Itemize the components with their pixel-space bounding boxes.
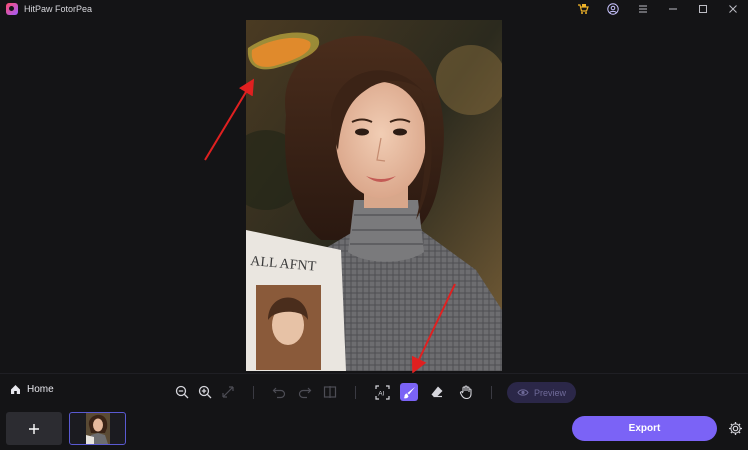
hand-icon[interactable] — [457, 383, 475, 401]
compare-icon[interactable] — [321, 383, 339, 401]
arrow-to-brush-stroke — [204, 78, 255, 161]
account-icon[interactable] — [598, 0, 628, 18]
export-button[interactable]: Export — [572, 416, 717, 441]
eraser-icon[interactable] — [428, 383, 446, 401]
zoom-out-icon[interactable] — [173, 383, 191, 401]
add-image-button[interactable] — [6, 412, 62, 445]
image-thumbnail[interactable] — [69, 412, 126, 445]
title-bar: HitPaw FotorPea — [0, 0, 748, 18]
preview-button[interactable]: Preview — [507, 382, 576, 403]
home-icon — [11, 385, 20, 394]
thumbnail-image — [85, 413, 110, 444]
ai-select-icon[interactable]: AI — [373, 383, 391, 401]
home-button[interactable]: Home — [10, 384, 54, 395]
bottom-toolbar: Home AI Preview — [0, 373, 748, 409]
app-window: HitPaw FotorPea ALL AFNT Home AI Preview… — [0, 0, 748, 450]
menu-icon[interactable] — [628, 0, 658, 18]
photo-canvas[interactable]: ALL AFNT — [246, 20, 502, 371]
maximize-icon[interactable] — [688, 0, 718, 18]
fit-screen-icon[interactable] — [219, 383, 237, 401]
window-controls — [568, 0, 748, 18]
gear-icon — [728, 421, 742, 435]
redo-icon[interactable] — [296, 383, 314, 401]
eye-icon — [517, 389, 529, 396]
canvas-area[interactable]: ALL AFNT — [0, 18, 748, 373]
toolbar-divider — [253, 386, 254, 399]
app-title: HitPaw FotorPea — [24, 4, 93, 14]
preview-label: Preview — [533, 387, 566, 398]
cart-icon[interactable] — [568, 0, 598, 18]
export-label: Export — [628, 423, 661, 434]
close-icon[interactable] — [718, 0, 748, 18]
svg-text:AI: AI — [378, 390, 384, 397]
plus-icon — [29, 423, 39, 434]
toolbar-divider — [355, 386, 356, 399]
settings-button[interactable] — [726, 419, 744, 437]
minimize-icon[interactable] — [658, 0, 688, 18]
toolbar-divider — [491, 386, 492, 399]
app-logo-icon — [6, 3, 18, 15]
home-label: Home — [27, 384, 54, 395]
undo-icon[interactable] — [270, 383, 288, 401]
brush-icon[interactable] — [400, 383, 418, 401]
footer-bar: Export — [0, 409, 748, 450]
portrait-image: ALL AFNT — [246, 20, 502, 371]
zoom-in-icon[interactable] — [196, 383, 214, 401]
